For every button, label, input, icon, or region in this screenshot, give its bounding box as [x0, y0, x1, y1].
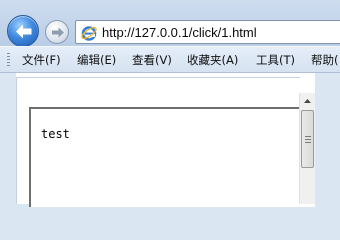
menu-bar: 文件(F) 编辑(E) 查看(V) 收藏夹(A) 工具(T) 帮助(: [0, 46, 340, 73]
navigation-bar: http://127.0.0.1/click/1.html: [0, 0, 340, 47]
internet-explorer-icon: [81, 26, 97, 41]
forward-button[interactable]: [45, 20, 69, 44]
forward-arrow-icon: [52, 27, 64, 38]
thumb-grip-icon: [305, 136, 311, 143]
menu-item-edit[interactable]: 编辑(E): [77, 47, 116, 73]
window-right-border: [315, 73, 340, 204]
menu-item-favorites[interactable]: 收藏夹(A): [187, 47, 238, 73]
text-area-value: test: [41, 127, 70, 141]
address-bar[interactable]: http://127.0.0.1/click/1.html: [75, 20, 340, 44]
menu-item-file[interactable]: 文件(F): [22, 47, 61, 73]
text-area[interactable]: test: [29, 107, 315, 207]
scrollbar-thumb[interactable]: [301, 110, 314, 168]
back-button[interactable]: [7, 15, 39, 47]
vertical-scrollbar[interactable]: [299, 93, 315, 204]
url-text: http://127.0.0.1/click/1.html: [102, 25, 257, 40]
toolbar-grip[interactable]: [7, 53, 10, 67]
menu-item-view[interactable]: 查看(V): [132, 47, 172, 73]
back-arrow-icon: [16, 24, 32, 39]
window-left-border: [0, 73, 16, 204]
menu-item-help[interactable]: 帮助(: [311, 47, 339, 73]
menu-item-tools[interactable]: 工具(T): [256, 47, 295, 73]
triangle-up-icon[interactable]: [300, 93, 315, 109]
